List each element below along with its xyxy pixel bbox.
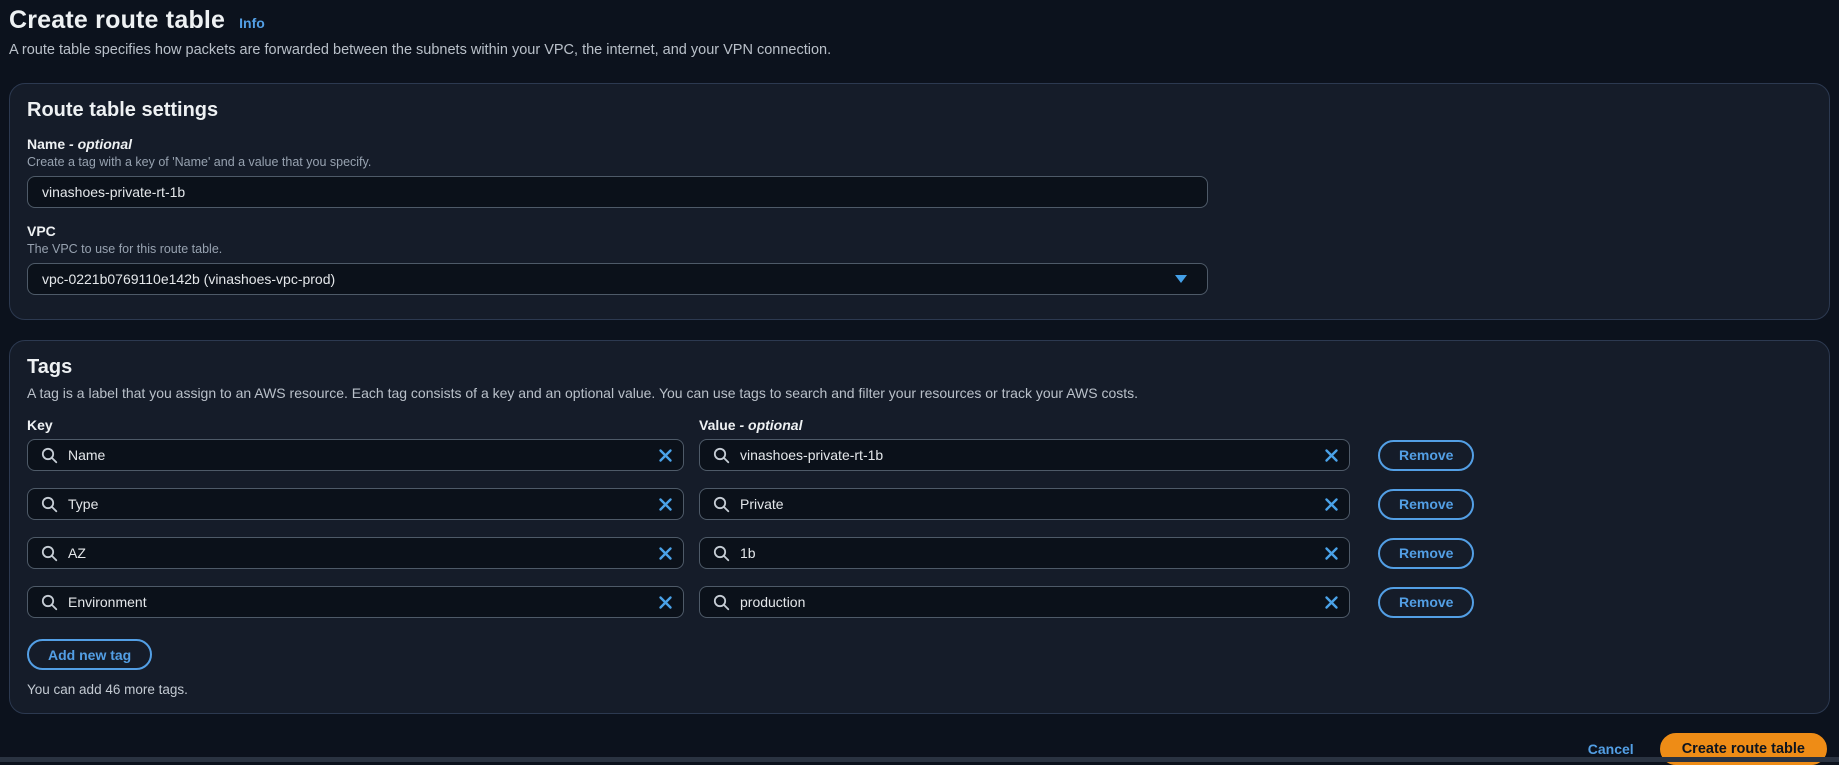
- name-label-text: Name: [27, 136, 69, 152]
- tag-key-input[interactable]: [28, 587, 683, 617]
- page-description: A route table specifies how packets are …: [9, 42, 1829, 58]
- value-header-text: Value: [699, 417, 739, 433]
- clear-value-icon[interactable]: [1323, 546, 1339, 562]
- tag-row: Remove: [27, 439, 1812, 471]
- key-column-header: Key: [27, 417, 684, 433]
- bottom-footer-strip: [0, 757, 1839, 762]
- title-row: Create route table Info: [9, 6, 1829, 35]
- tags-remaining-note: You can add 46 more tags.: [27, 682, 1812, 697]
- value-column-header: Value - optional: [699, 417, 1350, 433]
- tags-description: A tag is a label that you assign to an A…: [27, 385, 1812, 401]
- tag-row: Remove: [27, 537, 1812, 569]
- clear-key-icon[interactable]: [657, 497, 673, 513]
- name-label-optional: - optional: [69, 136, 132, 152]
- clear-key-icon[interactable]: [657, 546, 673, 562]
- tag-key-input[interactable]: [28, 440, 683, 470]
- remove-tag-button[interactable]: Remove: [1378, 489, 1474, 520]
- tag-key-field: [27, 488, 684, 520]
- clear-key-icon[interactable]: [657, 595, 673, 611]
- remove-tag-button[interactable]: Remove: [1378, 587, 1474, 618]
- tag-key-field: [27, 439, 684, 471]
- tag-value-field: [699, 488, 1350, 520]
- vpc-select[interactable]: vpc-0221b0769110e142b (vinashoes-vpc-pro…: [27, 263, 1208, 295]
- route-table-settings-card: Route table settings Name - optional Cre…: [9, 83, 1830, 320]
- tag-column-headers: Key Value - optional: [27, 417, 1812, 433]
- clear-value-icon[interactable]: [1323, 448, 1339, 464]
- tag-key-input[interactable]: [28, 538, 683, 568]
- tag-value-input[interactable]: [700, 489, 1349, 519]
- vpc-field-group: VPC The VPC to use for this route table.…: [27, 223, 1812, 295]
- name-field-help: Create a tag with a key of 'Name' and a …: [27, 155, 1812, 169]
- tags-card-title: Tags: [27, 356, 1812, 379]
- remove-tag-button[interactable]: Remove: [1378, 538, 1474, 569]
- page-header: Create route table Info A route table sp…: [0, 0, 1839, 58]
- tag-value-input[interactable]: [700, 587, 1349, 617]
- tag-value-input[interactable]: [700, 538, 1349, 568]
- chevron-down-icon: [1175, 275, 1187, 283]
- settings-card-title: Route table settings: [27, 99, 1812, 122]
- clear-value-icon[interactable]: [1323, 595, 1339, 611]
- tag-value-field: [699, 439, 1350, 471]
- vpc-field-label: VPC: [27, 223, 1812, 239]
- tag-value-input[interactable]: [700, 440, 1349, 470]
- cancel-button[interactable]: Cancel: [1588, 741, 1634, 757]
- tag-value-field: [699, 537, 1350, 569]
- vpc-selected-option: vpc-0221b0769110e142b (vinashoes-vpc-pro…: [42, 271, 335, 287]
- info-link[interactable]: Info: [239, 15, 265, 31]
- name-input[interactable]: [27, 176, 1208, 208]
- value-header-optional: - optional: [739, 417, 802, 433]
- tag-key-field: [27, 537, 684, 569]
- clear-key-icon[interactable]: [657, 448, 673, 464]
- add-new-tag-button[interactable]: Add new tag: [27, 639, 152, 670]
- page-title: Create route table: [9, 6, 225, 35]
- tags-card: Tags A tag is a label that you assign to…: [9, 340, 1830, 714]
- clear-value-icon[interactable]: [1323, 497, 1339, 513]
- tag-key-input[interactable]: [28, 489, 683, 519]
- vpc-field-help: The VPC to use for this route table.: [27, 242, 1812, 256]
- tag-key-field: [27, 586, 684, 618]
- tag-row: Remove: [27, 586, 1812, 618]
- name-field-label: Name - optional: [27, 136, 1812, 152]
- tag-row: Remove: [27, 488, 1812, 520]
- tag-value-field: [699, 586, 1350, 618]
- name-field-group: Name - optional Create a tag with a key …: [27, 136, 1812, 208]
- remove-tag-button[interactable]: Remove: [1378, 440, 1474, 471]
